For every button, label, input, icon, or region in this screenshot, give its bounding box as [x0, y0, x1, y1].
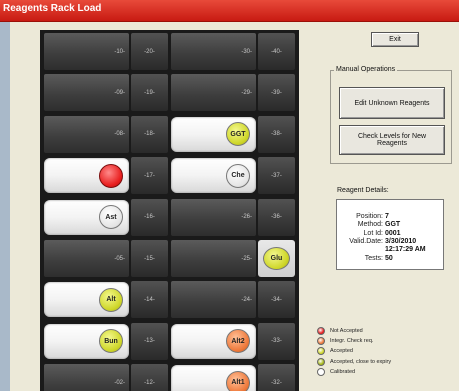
slot-position-label: -38-	[271, 131, 282, 138]
rack-slot-8-0[interactable]: -02-	[44, 364, 129, 391]
rack-slot-3-3[interactable]: -37-	[258, 157, 295, 195]
slot-position-label: -08-	[114, 131, 125, 138]
slot-position-label: -14-	[144, 296, 155, 303]
status-dot-icon	[317, 337, 325, 346]
reagent-cap-Alt1: Alt1	[226, 370, 250, 391]
reagent-details-title: Reagent Details:	[337, 187, 389, 194]
legend-label: Accepted, close to expiry	[330, 358, 392, 365]
rack-slot-4-3[interactable]: -36-	[258, 198, 295, 236]
rack-slot-0-0[interactable]: -10-	[44, 33, 129, 70]
rack-slot-1-0[interactable]: -09-	[44, 74, 129, 112]
rack-slot-5-1[interactable]: -15-	[131, 240, 168, 277]
reagent-rack: -10- -20- -30- -40- -09- -19- -29- -39- -08- -18-…	[40, 30, 299, 391]
slot-position-label: -20-	[144, 48, 155, 55]
status-dot-icon	[317, 357, 325, 366]
slot-position-label: -12-	[144, 379, 155, 386]
rack-slot-6-2[interactable]: -24-	[171, 281, 256, 319]
check-levels-button[interactable]: Check Levels for New Reagents	[339, 125, 445, 155]
detail-value: 7	[385, 213, 389, 220]
rack-slot-6-3[interactable]: -34-	[258, 281, 295, 319]
rack-slot-5-0[interactable]: -05-	[44, 240, 129, 277]
slot-position-label: -10-	[114, 48, 125, 55]
manual-operations-title: Manual Operations	[334, 66, 398, 73]
edit-unknown-reagents-button[interactable]: Edit Unknown Reagents	[339, 87, 445, 119]
detail-value: 3/30/2010	[385, 237, 417, 245]
legend-label: Integr. Check req.	[330, 338, 374, 345]
slot-position-label: -29-	[241, 89, 252, 96]
slot-position-label: -33-	[271, 338, 282, 345]
slot-position-label: -39-	[271, 89, 282, 96]
status-dot-icon	[317, 327, 325, 335]
slot-position-label: -19-	[144, 89, 155, 96]
legend-label: Not Accepted	[330, 328, 363, 334]
slot-position-label: -09-	[114, 89, 125, 96]
reagent-cap-Glu: Glu	[263, 247, 290, 270]
rack-slot-2-0[interactable]: -08-	[44, 115, 129, 153]
rack-slot-1-2[interactable]: -29-	[171, 74, 256, 112]
detail-key: Tests:	[364, 254, 383, 262]
rack-slot-6-1[interactable]: -14-	[131, 281, 168, 319]
rack-slot-1-1[interactable]: -19-	[131, 74, 168, 112]
slot-position-label: -24-	[241, 296, 252, 303]
detail-key: Valid.Date:	[349, 237, 383, 245]
rack-slot-2-1[interactable]: -18-	[131, 115, 168, 153]
rack-slot-3-1[interactable]: -17-	[131, 157, 168, 195]
title-bar: Reagents Rack Load	[0, 0, 459, 22]
slot-position-label: -40-	[271, 48, 282, 55]
rack-slot-0-3[interactable]: -40-	[258, 33, 295, 70]
rack-slot-4-2[interactable]: -26-	[171, 198, 256, 236]
slot-position-label: -13-	[144, 338, 155, 345]
rack-slot-7-1[interactable]: -13-	[131, 322, 168, 360]
reagent-cap-Ast: Ast	[99, 205, 123, 230]
slot-position-label: -36-	[271, 214, 282, 221]
detail-value: 12:17:29 AM	[385, 246, 426, 254]
slot-position-label: -37-	[271, 172, 282, 179]
rack-slot-1-3[interactable]: -39-	[258, 74, 295, 112]
detail-key: Lot Id:	[363, 229, 383, 237]
slot-position-label: -26-	[241, 214, 252, 221]
reagent-details-panel: Position: 7 Method: GGT Lot Id: 0001 Valid.Dat…	[336, 199, 444, 270]
rack-slot-0-1[interactable]: -20-	[131, 33, 168, 70]
rack-slot-7-3[interactable]: -33-	[258, 322, 295, 360]
slot-position-label: -32-	[271, 379, 282, 386]
slot-position-label: -05-	[114, 255, 125, 262]
slot-position-label: -02-	[114, 379, 125, 386]
rack-slot-8-1[interactable]: -12-	[131, 364, 168, 391]
detail-value: 0001	[385, 229, 401, 237]
window-title: Reagents Rack Load	[3, 3, 102, 14]
status-dot-icon	[317, 367, 325, 376]
left-edge-strip	[0, 22, 10, 391]
slot-position-label: -15-	[144, 255, 155, 262]
legend-label: Calibrated	[330, 368, 356, 375]
rack-slot-2-3[interactable]: -38-	[258, 115, 295, 153]
detail-value: 50	[385, 254, 393, 262]
legend-label: Accepted	[330, 348, 353, 355]
slot-position-label: -34-	[271, 296, 282, 303]
reagent-cap-Che: Che	[226, 163, 250, 188]
status-dot-icon	[317, 347, 325, 356]
detail-value: GGT	[385, 221, 401, 229]
detail-key: Position:	[356, 213, 383, 220]
reagent-cap-Alt: Alt	[99, 287, 123, 312]
exit-button[interactable]: Exit	[371, 32, 419, 47]
rack-slot-5-2[interactable]: -25-	[171, 240, 256, 277]
rack-slot-4-1[interactable]: -16-	[131, 198, 168, 236]
reagent-cap-unlabeled	[99, 163, 123, 188]
rack-slot-8-3[interactable]: -32-	[258, 364, 295, 391]
reagents-rack-load-window: Reagents Rack Load -10- -20- -30- -40- -09- -…	[0, 0, 459, 391]
detail-key: Method:	[357, 221, 383, 229]
slot-position-label: -18-	[144, 131, 155, 138]
slot-position-label: -16-	[144, 214, 155, 221]
slot-position-label: -30-	[241, 48, 252, 55]
slot-position-label: -17-	[144, 172, 155, 179]
rack-slot-0-2[interactable]: -30-	[171, 33, 256, 70]
slot-position-label: -25-	[241, 255, 252, 262]
